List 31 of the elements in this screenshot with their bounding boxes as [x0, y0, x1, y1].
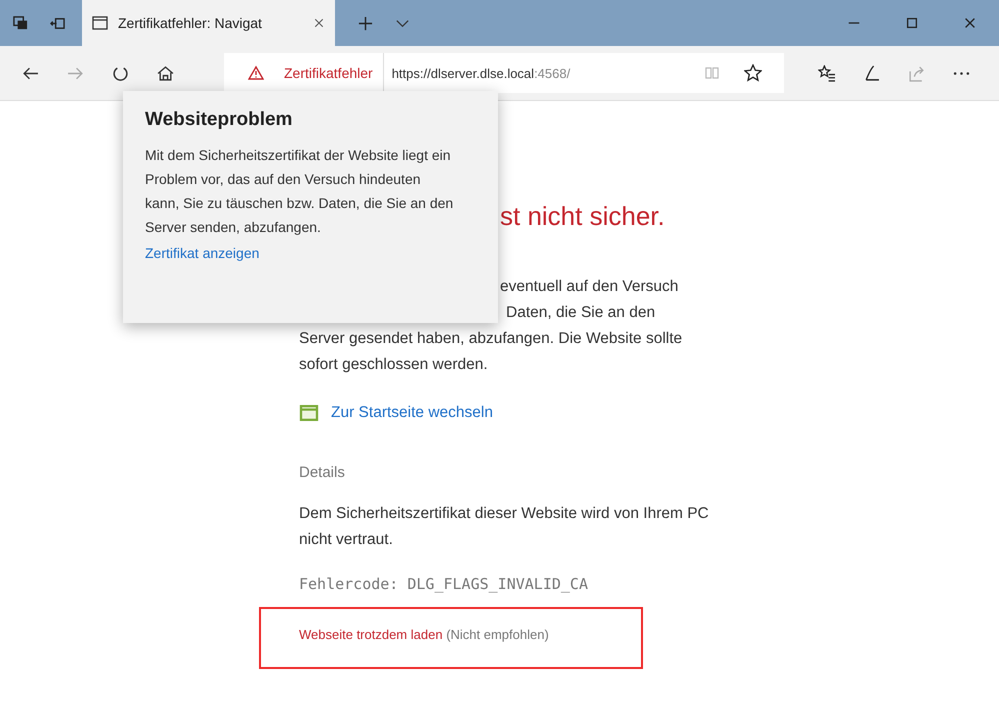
- star-icon[interactable]: [744, 64, 762, 82]
- window-icon: [299, 405, 319, 421]
- url-text: https://dlserver.dlse.local:4568/: [392, 66, 570, 80]
- more-icon[interactable]: [953, 70, 970, 76]
- warning-text: Server gesendet haben, abzufangen. Die Website sollte sofort geschlossen werden.: [299, 329, 684, 375]
- popup-text: Mit dem Sicherheitszertifikat der Website liegt ein Problem vor, das auf den Versuch hindeuten kann, Sie zu täuschen bzw. Daten, die Sie an den Server senden, abzufangen.: [145, 146, 454, 237]
- address-bar[interactable]: Zertifikatfehler https://dlserver.dlse.local:4568/: [224, 53, 784, 93]
- warning-text: Daten, die Sie an den: [505, 303, 656, 323]
- popup-title: Websiteproblem: [145, 109, 294, 131]
- close-window-icon[interactable]: [963, 16, 977, 30]
- tab-title: Zertifikatfehler: Navigat: [118, 15, 262, 31]
- refresh-icon[interactable]: [112, 64, 129, 82]
- view-certificate-link[interactable]: Zertifikat anzeigen: [145, 245, 260, 261]
- set-aside-tabs-icon[interactable]: [50, 16, 65, 30]
- tabs-aside-icon[interactable]: [13, 16, 28, 30]
- browser-tab[interactable]: Zertifikatfehler: Navigat: [82, 0, 335, 46]
- page-heading: st nicht sicher.: [500, 201, 666, 232]
- not-recommended-note: (Nicht empfohlen): [446, 627, 549, 642]
- warning-text: eventuell auf den Versuch: [499, 277, 680, 297]
- load-anyway-link[interactable]: Webseite trotzdem laden: [299, 627, 443, 642]
- page-icon: [92, 15, 108, 31]
- close-icon[interactable]: [313, 17, 325, 29]
- home-icon[interactable]: [157, 64, 174, 82]
- new-tab-icon[interactable]: [358, 16, 373, 30]
- warning-icon: [248, 65, 264, 81]
- details-label: Details: [299, 464, 346, 481]
- maximize-icon[interactable]: [905, 16, 919, 30]
- favorites-list-icon[interactable]: [818, 64, 835, 82]
- details-text: Dem Sicherheitszertifikat dieser Website wird von Ihrem PC nicht vertraut.: [299, 504, 710, 550]
- error-code: Fehlercode: DLG_FLAGS_INVALID_CA: [299, 575, 589, 593]
- home-page-link[interactable]: Zur Startseite wechseln: [331, 404, 493, 422]
